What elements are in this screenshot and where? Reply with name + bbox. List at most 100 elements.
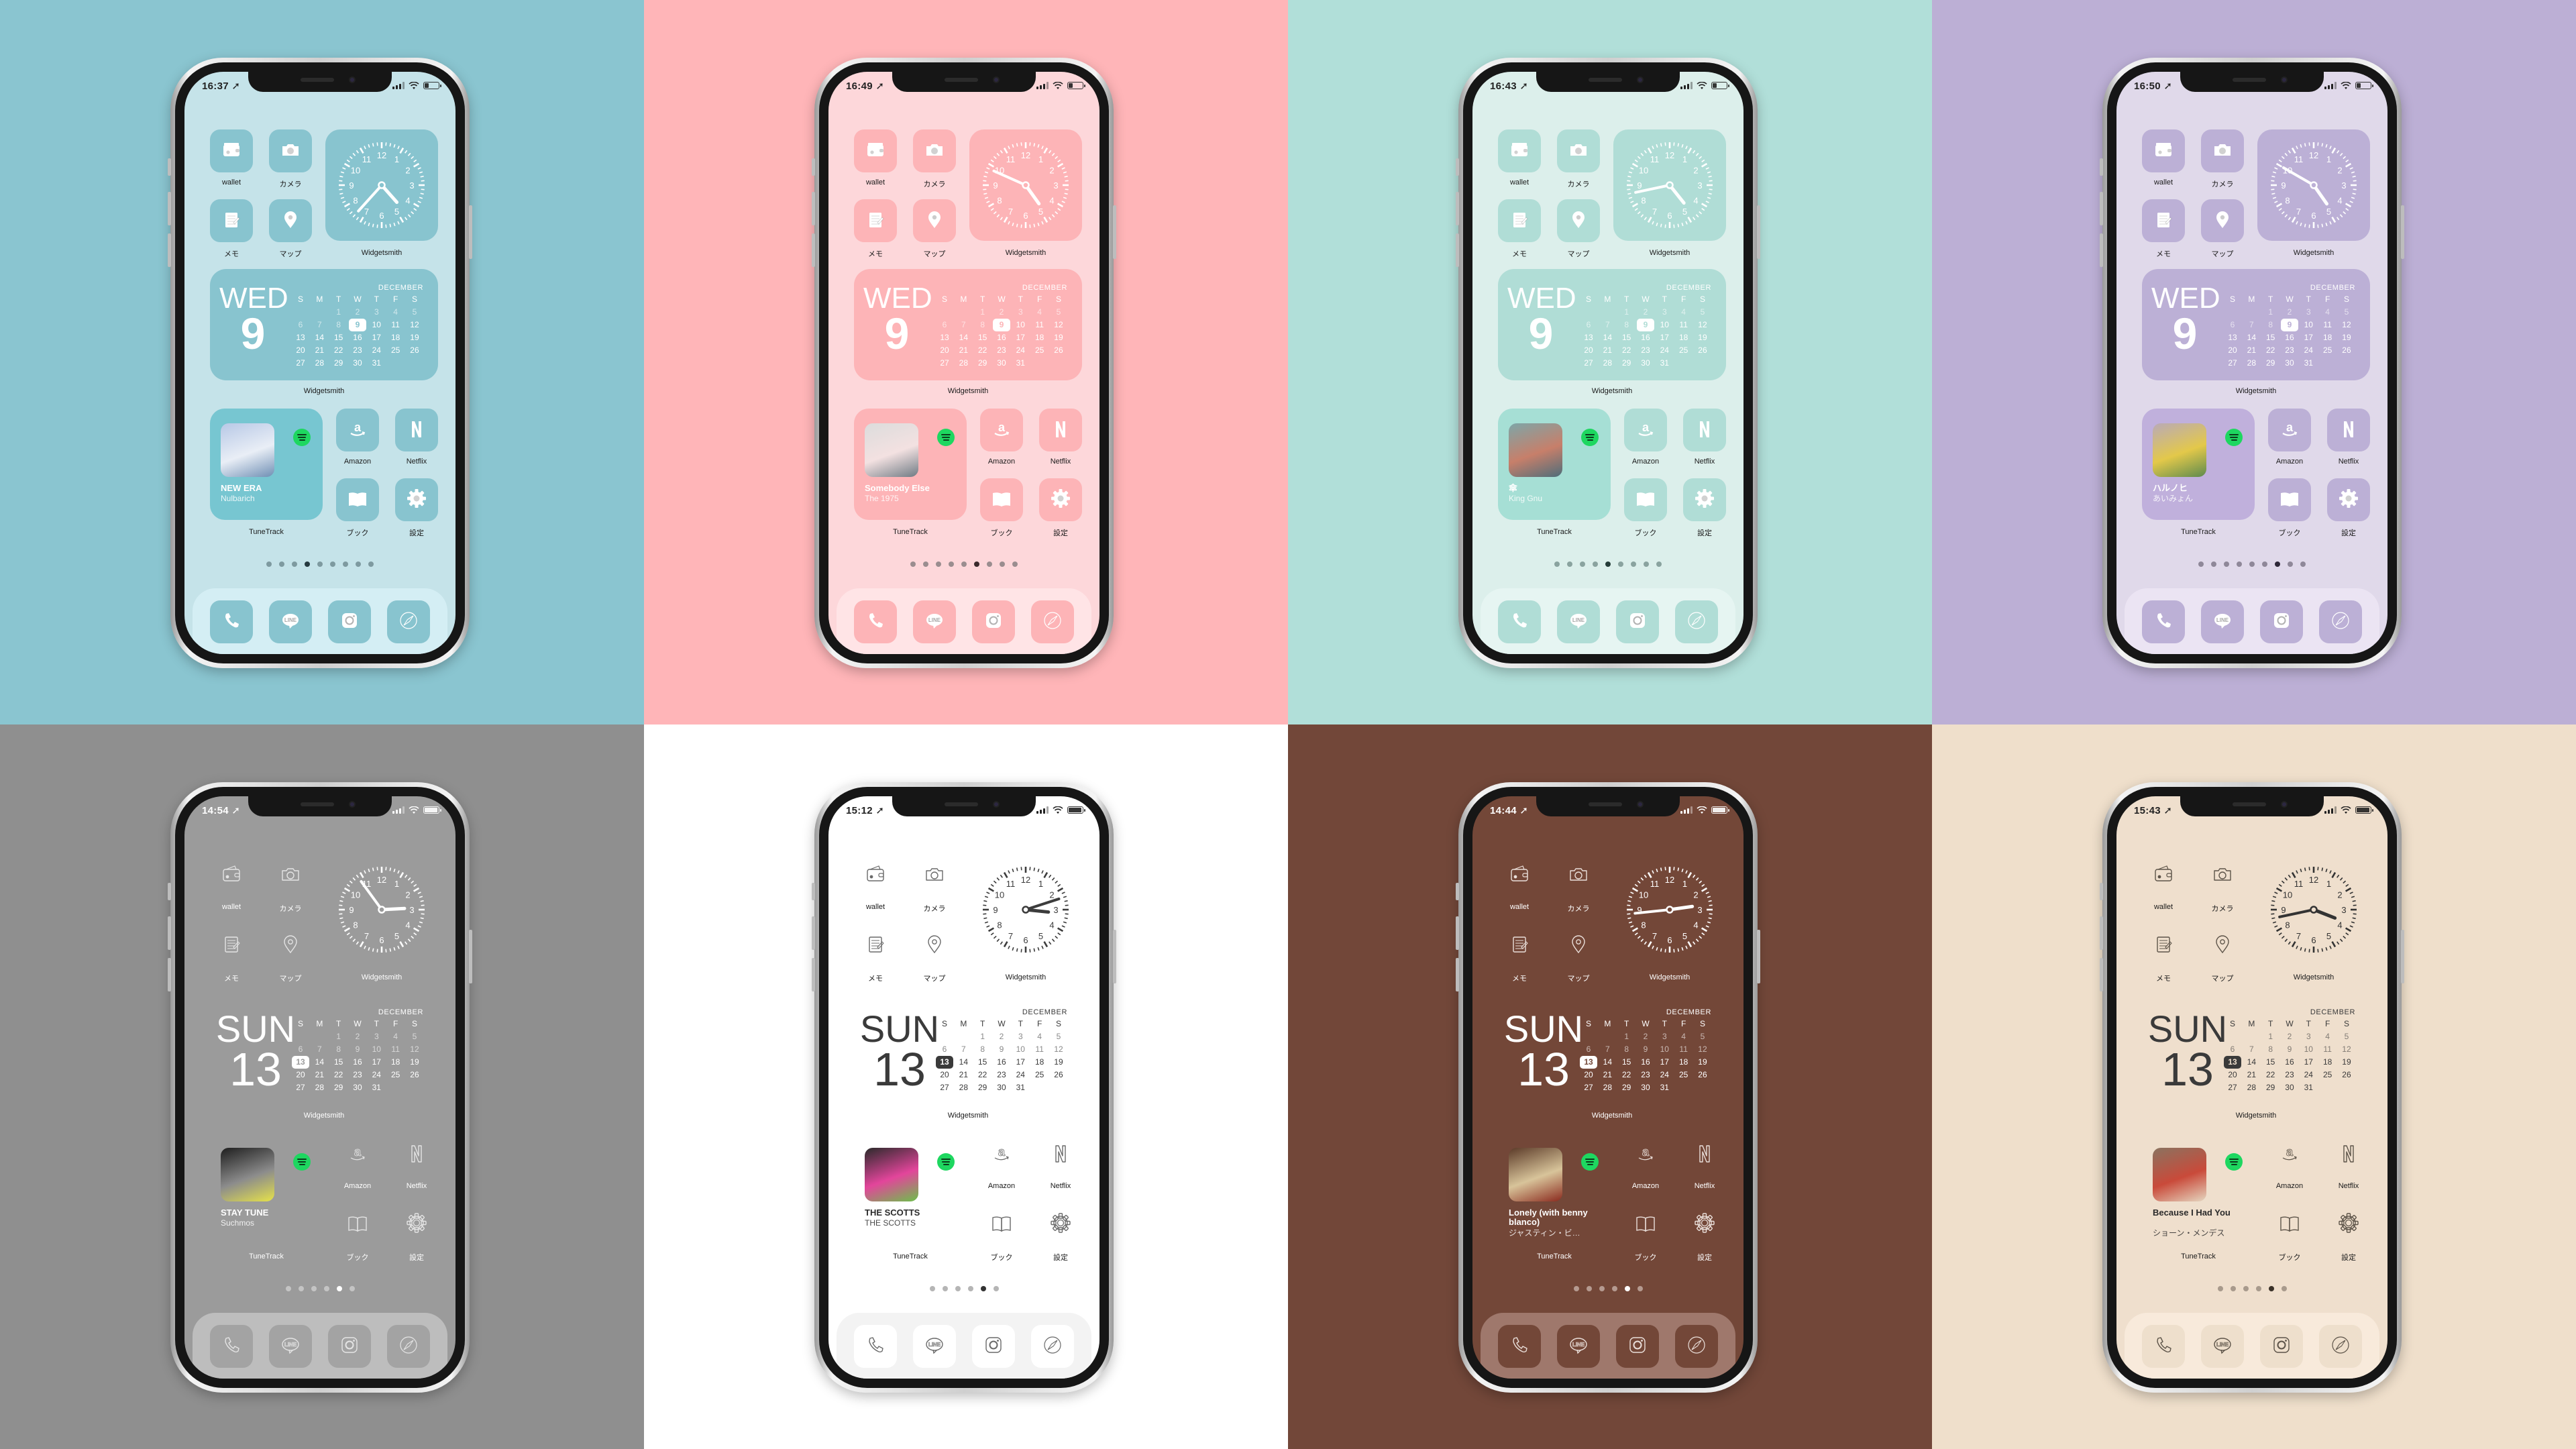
dock-app-instagram[interactable] xyxy=(972,600,1015,643)
dock-app-safari-tile[interactable] xyxy=(387,600,430,643)
app-settings-tile[interactable] xyxy=(1683,1203,1726,1246)
dock-app-instagram-tile[interactable] xyxy=(972,600,1015,643)
app-maps-tile[interactable] xyxy=(1557,924,1600,967)
page-dot[interactable] xyxy=(343,561,348,567)
app-settings[interactable]: 設定 xyxy=(395,1203,438,1263)
app-settings[interactable]: 設定 xyxy=(395,478,438,538)
app-maps-tile[interactable] xyxy=(269,924,312,967)
page-dot[interactable] xyxy=(1631,561,1636,567)
page-dot[interactable] xyxy=(2249,561,2255,567)
app-netflix-tile[interactable] xyxy=(395,1133,438,1176)
dock-app-line[interactable]: LINE xyxy=(269,600,312,643)
app-netflix[interactable]: Netflix xyxy=(2327,1133,2370,1190)
app-books-tile[interactable] xyxy=(1624,1203,1667,1246)
app-amazon-tile[interactable]: a xyxy=(1624,409,1667,451)
dock-app-phone[interactable] xyxy=(2142,600,2185,643)
page-indicator[interactable] xyxy=(184,1286,455,1291)
music-widget[interactable]: 傘 King Gnu xyxy=(1498,409,1611,520)
app-maps-tile[interactable] xyxy=(913,924,956,967)
dock-app-phone-tile[interactable] xyxy=(210,1325,253,1368)
app-memo[interactable]: メモ xyxy=(1498,199,1541,259)
app-books-tile[interactable] xyxy=(980,1203,1023,1246)
page-dot-active[interactable] xyxy=(2275,561,2280,567)
app-books-tile[interactable] xyxy=(1624,478,1667,521)
app-camera[interactable]: カメラ xyxy=(269,129,312,189)
app-memo-tile[interactable] xyxy=(1498,199,1541,242)
app-amazon[interactable]: a Amazon xyxy=(980,1133,1023,1190)
page-dot[interactable] xyxy=(285,1286,291,1291)
dock-app-instagram-tile[interactable] xyxy=(1616,600,1659,643)
app-netflix-tile[interactable] xyxy=(1039,409,1082,451)
dock-app-safari-tile[interactable] xyxy=(1675,600,1718,643)
dock-app-line-tile[interactable]: LINE xyxy=(269,1325,312,1368)
dock-app-instagram[interactable] xyxy=(972,1325,1015,1368)
dock-app-line[interactable]: LINE xyxy=(2201,600,2244,643)
page-dot[interactable] xyxy=(368,561,374,567)
app-memo-tile[interactable] xyxy=(2142,199,2185,242)
app-books[interactable]: ブック xyxy=(336,478,379,538)
page-dot[interactable] xyxy=(2198,561,2204,567)
page-dot[interactable] xyxy=(266,561,272,567)
page-dot[interactable] xyxy=(1012,561,1018,567)
app-books[interactable]: ブック xyxy=(2268,1203,2311,1263)
app-memo-tile[interactable] xyxy=(1498,924,1541,967)
app-wallet-tile[interactable] xyxy=(2142,129,2185,172)
page-dot[interactable] xyxy=(323,1286,329,1291)
page-dot[interactable] xyxy=(1580,561,1585,567)
app-wallet[interactable]: wallet xyxy=(854,129,897,186)
page-dot[interactable] xyxy=(1573,1286,1579,1291)
app-maps-tile[interactable] xyxy=(913,199,956,242)
app-amazon-tile[interactable]: a xyxy=(2268,1133,2311,1176)
page-dot[interactable] xyxy=(1586,1286,1592,1291)
page-indicator[interactable] xyxy=(828,561,1099,567)
dock-app-phone-tile[interactable] xyxy=(210,600,253,643)
dock-app-instagram[interactable] xyxy=(1616,600,1659,643)
app-netflix[interactable]: Netflix xyxy=(395,1133,438,1190)
page-dot[interactable] xyxy=(279,561,284,567)
app-camera-tile[interactable] xyxy=(269,129,312,172)
app-amazon[interactable]: a Amazon xyxy=(2268,409,2311,466)
dock-app-instagram-tile[interactable] xyxy=(1616,1325,1659,1368)
app-books-tile[interactable] xyxy=(336,1203,379,1246)
page-dot[interactable] xyxy=(2224,561,2229,567)
app-settings[interactable]: 設定 xyxy=(2327,1203,2370,1263)
app-maps[interactable]: マップ xyxy=(269,199,312,259)
app-maps-tile[interactable] xyxy=(269,199,312,242)
app-amazon[interactable]: a Amazon xyxy=(980,409,1023,466)
page-dot[interactable] xyxy=(2243,1286,2249,1291)
app-netflix-tile[interactable] xyxy=(395,409,438,451)
app-netflix[interactable]: Netflix xyxy=(1683,409,1726,466)
app-camera-tile[interactable] xyxy=(1557,854,1600,897)
app-maps[interactable]: マップ xyxy=(913,924,956,983)
music-widget[interactable]: NEW ERA Nulbarich xyxy=(210,409,323,520)
app-settings-tile[interactable] xyxy=(2327,478,2370,521)
page-dot[interactable] xyxy=(1000,561,1005,567)
clock-widget[interactable]: 123456789101112 xyxy=(2257,854,2370,965)
clock-widget[interactable]: 123456789101112 xyxy=(1613,854,1726,965)
dock-app-phone-tile[interactable] xyxy=(854,1325,897,1368)
page-dot-active[interactable] xyxy=(2268,1286,2274,1291)
app-amazon-tile[interactable]: a xyxy=(336,1133,379,1176)
app-wallet[interactable]: wallet xyxy=(2142,854,2185,911)
dock-app-phone-tile[interactable] xyxy=(854,600,897,643)
music-widget[interactable]: Lonely (with benny blanco) ジャスティン・ビ… xyxy=(1498,1133,1611,1244)
dock-app-phone[interactable] xyxy=(2142,1325,2185,1368)
app-memo-tile[interactable] xyxy=(854,924,897,967)
page-dot-active[interactable] xyxy=(1624,1286,1630,1291)
page-dot[interactable] xyxy=(936,561,941,567)
page-dot[interactable] xyxy=(2281,1286,2287,1291)
dock-app-safari[interactable] xyxy=(2319,1325,2362,1368)
clock-widget[interactable]: 123456789101112 xyxy=(1613,129,1726,241)
app-netflix[interactable]: Netflix xyxy=(1683,1133,1726,1190)
app-memo[interactable]: メモ xyxy=(1498,924,1541,983)
page-dot[interactable] xyxy=(317,561,323,567)
page-dot[interactable] xyxy=(923,561,928,567)
app-camera-tile[interactable] xyxy=(1557,129,1600,172)
app-amazon-tile[interactable]: a xyxy=(336,409,379,451)
page-dot[interactable] xyxy=(2262,561,2267,567)
app-camera[interactable]: カメラ xyxy=(2201,129,2244,189)
app-amazon-tile[interactable]: a xyxy=(2268,409,2311,451)
page-dot[interactable] xyxy=(961,561,967,567)
app-camera[interactable]: カメラ xyxy=(1557,129,1600,189)
page-dot[interactable] xyxy=(1637,1286,1643,1291)
